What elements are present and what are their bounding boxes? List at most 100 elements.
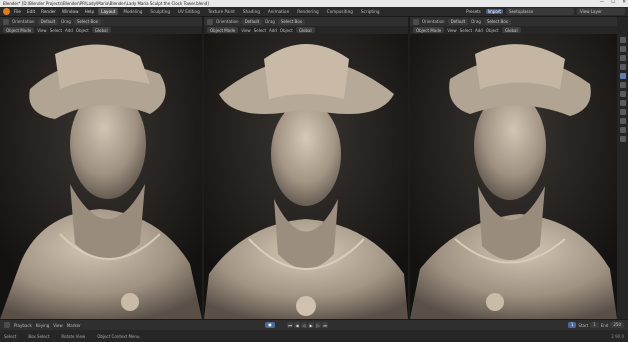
transform-icon[interactable] [619, 118, 626, 124]
tab-layout[interactable]: Layout [98, 8, 119, 15]
editor-type-icon[interactable] [413, 18, 419, 25]
tab-texture-paint[interactable]: Texture Paint [205, 8, 238, 15]
view-layer-selector[interactable]: View Layer [577, 8, 625, 15]
mode-dropdown[interactable]: Object Mode [413, 27, 445, 33]
menu-add[interactable]: Add [65, 28, 73, 33]
tab-presets[interactable]: Presets [464, 9, 483, 14]
tab-modeling[interactable]: Modeling [120, 8, 145, 15]
orientation-value: Default [244, 19, 260, 24]
zoom-icon[interactable] [619, 37, 626, 43]
transform-dropdown[interactable]: Global [295, 27, 315, 33]
current-frame-field[interactable]: 1 [567, 322, 577, 328]
move-icon[interactable] [619, 91, 626, 97]
close-button[interactable]: ✕ [622, 0, 626, 5]
play-icon[interactable]: ▶ [308, 322, 314, 328]
transform-dropdown[interactable]: Global [91, 27, 111, 33]
menu-object[interactable]: Object [280, 28, 293, 33]
prev-key-icon[interactable]: ◀ [294, 322, 300, 328]
menu-view[interactable]: View [447, 28, 457, 33]
drag-value: Select Box [486, 19, 508, 24]
tab-compositing[interactable]: Compositing [324, 8, 356, 15]
tab-sculpting[interactable]: Sculpting [147, 8, 173, 15]
orientation-dropdown[interactable]: Default [241, 18, 263, 25]
end-frame-field[interactable]: 250 [610, 322, 624, 328]
scale-icon[interactable] [619, 109, 626, 115]
measure-icon[interactable] [619, 136, 626, 142]
cursor-icon[interactable] [619, 82, 626, 88]
start-frame-field[interactable]: 1 [590, 322, 599, 328]
timeline-view[interactable]: View [53, 323, 63, 328]
timeline-bar: Playback Keying View Marker ● ⏮ ◀ ◁ ▶ ▷ … [0, 319, 628, 330]
viewport-center[interactable]: Orientation Default Drag Select Box Obje… [204, 17, 408, 319]
view-layer-name: View Layer [580, 9, 602, 14]
end-label: End [600, 322, 609, 328]
camera-icon[interactable] [619, 55, 626, 61]
viewport-left[interactable]: Orientation Default Drag Select Box Obje… [0, 17, 202, 319]
mode-value: Object Mode [6, 27, 32, 33]
scene-selector[interactable]: Sextoplasse [506, 8, 574, 15]
rotate-icon[interactable] [619, 100, 626, 106]
jump-end-icon[interactable]: ⏭ [322, 322, 328, 328]
menu-select[interactable]: Select [50, 28, 62, 33]
menu-add[interactable]: Add [475, 28, 483, 33]
drag-label: Drag [61, 19, 71, 24]
tab-animation[interactable]: Animation [265, 8, 292, 15]
orientation-label: Orientation [216, 19, 239, 24]
viewport-header: Orientation Default Drag Select Box [204, 17, 408, 26]
window-title: Blender* [D:\Blender Projects\Blender\PR… [3, 1, 209, 6]
orientation-value: Default [450, 19, 466, 24]
clock-icon[interactable] [4, 322, 10, 328]
drag-dropdown[interactable]: Select Box [277, 18, 305, 25]
editor-type-icon[interactable] [3, 18, 9, 25]
tab-rendering[interactable]: Rendering [294, 8, 321, 15]
window-titlebar: Blender* [D:\Blender Projects\Blender\PR… [0, 0, 628, 7]
editor-type-icon[interactable] [207, 18, 213, 25]
viewport-menubar: Object Mode View Select Add Object Globa… [0, 26, 202, 34]
grid-icon[interactable] [619, 64, 626, 70]
menu-edit[interactable]: Edit [25, 9, 37, 14]
timeline-playback[interactable]: Playback [14, 323, 32, 328]
maximize-button[interactable]: ☐ [611, 0, 615, 5]
transform-dropdown[interactable]: Global [501, 27, 521, 33]
menu-render[interactable]: Render [39, 9, 58, 14]
hand-pan-icon[interactable] [619, 46, 626, 52]
menu-object[interactable]: Object [76, 28, 89, 33]
mode-dropdown[interactable]: Object Mode [207, 27, 239, 33]
sphere-icon[interactable] [619, 73, 626, 79]
menu-view[interactable]: View [241, 28, 251, 33]
window-controls: — ☐ ✕ [600, 0, 626, 5]
status-context-menu: Object Context Menu [97, 333, 140, 339]
menu-file[interactable]: File [12, 9, 23, 14]
status-box-select: Box Select [28, 333, 50, 339]
record-button[interactable]: ● [265, 322, 275, 328]
drag-value: Select Box [76, 19, 98, 24]
minimize-button[interactable]: — [600, 0, 605, 5]
mode-value: Object Mode [210, 27, 236, 33]
tab-shading[interactable]: Shading [240, 8, 263, 15]
tab-scripting[interactable]: Scripting [358, 8, 383, 15]
menu-add[interactable]: Add [269, 28, 277, 33]
orientation-dropdown[interactable]: Default [37, 18, 59, 25]
timeline-keying[interactable]: Keying [36, 323, 49, 328]
play-reverse-icon[interactable]: ◁ [301, 322, 307, 328]
drag-dropdown[interactable]: Select Box [73, 18, 101, 25]
next-key-icon[interactable]: ▷ [315, 322, 321, 328]
menu-window[interactable]: Window [60, 9, 81, 14]
tab-uv-editing[interactable]: UV Editing [175, 8, 203, 15]
blender-logo-icon[interactable] [3, 8, 10, 15]
menu-select[interactable]: Select [460, 28, 472, 33]
tab-import[interactable]: Import [485, 9, 503, 14]
menu-object[interactable]: Object [486, 28, 499, 33]
annotate-icon[interactable] [619, 127, 626, 133]
jump-start-icon[interactable]: ⏮ [287, 322, 293, 328]
menu-select[interactable]: Select [254, 28, 266, 33]
scene-name: Sextoplasse [509, 9, 534, 14]
drag-value: Select Box [280, 19, 302, 24]
drag-dropdown[interactable]: Select Box [483, 18, 511, 25]
timeline-marker[interactable]: Marker [67, 323, 81, 328]
viewport-right[interactable]: Orientation Default Drag Select Box Obje… [410, 17, 617, 319]
menu-help[interactable]: Help [83, 9, 97, 14]
menu-view[interactable]: View [37, 28, 47, 33]
mode-dropdown[interactable]: Object Mode [3, 27, 35, 33]
orientation-dropdown[interactable]: Default [447, 18, 469, 25]
